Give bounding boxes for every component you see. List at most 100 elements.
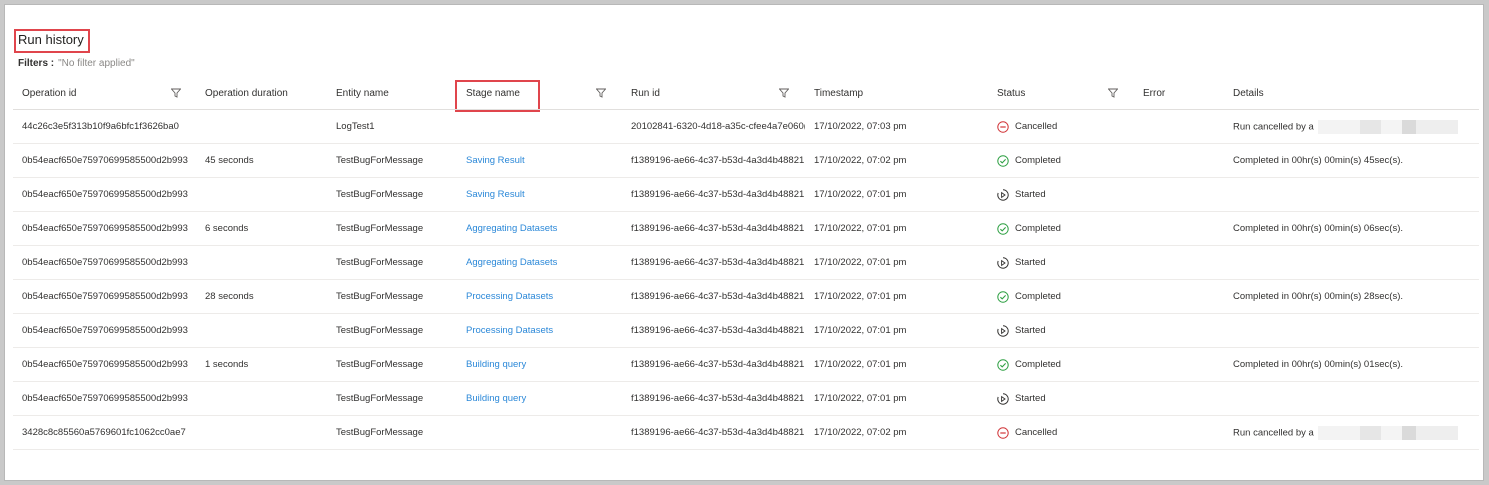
table-row[interactable]: 0b54eacf650e75970699585500d2b993 TestBug… — [13, 177, 1479, 212]
filter-icon[interactable] — [596, 88, 606, 98]
cell-operation-id: 0b54eacf650e75970699585500d2b993 — [13, 381, 196, 416]
column-header-entity-name[interactable]: Entity name — [327, 78, 457, 110]
stage-name-link[interactable]: Saving Result — [466, 189, 525, 200]
stage-name-link[interactable]: Building query — [466, 359, 526, 370]
cell-entity-name: TestBugForMessage — [327, 347, 457, 382]
filter-icon[interactable] — [1108, 88, 1118, 98]
run-id-text: f1389196-ae66-4c37-b53d-4a3d4b48821 — [631, 359, 805, 370]
cell-entity-name: TestBugForMessage — [327, 211, 457, 246]
operation-id-text: 0b54eacf650e75970699585500d2b993 — [22, 155, 188, 166]
cell-timestamp: 17/10/2022, 07:01 pm — [805, 313, 988, 348]
column-header-operation-id[interactable]: Operation id — [13, 78, 196, 110]
details-text: Completed in 00hr(s) 00min(s) 45sec(s). — [1233, 155, 1404, 166]
operation-duration-text: 45 seconds — [205, 155, 254, 166]
cell-run-id: f1389196-ae66-4c37-b53d-4a3d4b48821 — [622, 279, 805, 314]
table-row[interactable]: 0b54eacf650e75970699585500d2b993 TestBug… — [13, 313, 1479, 348]
cell-entity-name: TestBugForMessage — [327, 177, 457, 212]
operation-id-text: 0b54eacf650e75970699585500d2b993 — [22, 291, 188, 302]
run-id-text: f1389196-ae66-4c37-b53d-4a3d4b48821 — [631, 223, 805, 234]
column-header-stage-name[interactable]: Stage name — [457, 78, 622, 110]
cell-timestamp: 17/10/2022, 07:03 pm — [805, 109, 988, 144]
started-icon — [997, 324, 1009, 337]
cell-status: Started — [988, 177, 1134, 212]
table-row[interactable]: 0b54eacf650e75970699585500d2b993 45 seco… — [13, 143, 1479, 178]
column-header-status[interactable]: Status — [988, 78, 1134, 110]
started-icon — [997, 188, 1009, 201]
table-row[interactable]: 0b54eacf650e75970699585500d2b993 TestBug… — [13, 381, 1479, 416]
cell-stage-name: Processing Datasets — [457, 313, 622, 348]
cell-entity-name: TestBugForMessage — [327, 143, 457, 178]
cell-error — [1134, 177, 1224, 212]
timestamp-text: 17/10/2022, 07:01 pm — [814, 359, 907, 370]
column-label: Stage name — [466, 88, 520, 99]
cell-timestamp: 17/10/2022, 07:02 pm — [805, 415, 988, 450]
stage-name-link[interactable]: Saving Result — [466, 155, 525, 166]
table-row[interactable]: 0b54eacf650e75970699585500d2b993 1 secon… — [13, 347, 1479, 382]
stage-name-link[interactable]: Processing Datasets — [466, 291, 553, 302]
cell-status: Completed — [988, 143, 1134, 178]
status-badge: Completed — [997, 290, 1134, 303]
table-body: 44c26c3e5f313b10f9a6bfc1f3626ba0 LogTest… — [13, 109, 1479, 450]
cell-details: Completed in 00hr(s) 00min(s) 06sec(s). — [1224, 211, 1479, 246]
column-header-timestamp[interactable]: Timestamp — [805, 78, 988, 110]
cell-error — [1134, 143, 1224, 178]
entity-name-text: TestBugForMessage — [336, 325, 424, 336]
completed-icon — [997, 154, 1009, 167]
cell-error — [1134, 211, 1224, 246]
cell-status: Completed — [988, 211, 1134, 246]
cell-details: Completed in 00hr(s) 00min(s) 45sec(s). — [1224, 143, 1479, 178]
operation-id-text: 44c26c3e5f313b10f9a6bfc1f3626ba0 — [22, 121, 179, 132]
status-badge: Completed — [997, 358, 1134, 371]
status-text: Started — [1015, 325, 1046, 336]
cell-details — [1224, 381, 1479, 416]
cell-status: Cancelled — [988, 415, 1134, 450]
cell-operation-id: 0b54eacf650e75970699585500d2b993 — [13, 313, 196, 348]
status-badge: Completed — [997, 154, 1134, 167]
table-row[interactable]: 3428c8c85560a5769601fc1062cc0ae7 TestBug… — [13, 415, 1479, 450]
timestamp-text: 17/10/2022, 07:03 pm — [814, 121, 907, 132]
filter-icon[interactable] — [171, 88, 181, 98]
redacted-user-blur — [1317, 119, 1458, 134]
cell-operation-duration: 45 seconds — [196, 143, 327, 178]
column-header-run-id[interactable]: Run id — [622, 78, 805, 110]
stage-name-link[interactable]: Building query — [466, 393, 526, 404]
cell-status: Completed — [988, 347, 1134, 382]
run-id-text: f1389196-ae66-4c37-b53d-4a3d4b48821 — [631, 291, 805, 302]
table-row[interactable]: 0b54eacf650e75970699585500d2b993 28 seco… — [13, 279, 1479, 314]
cell-details: Completed in 00hr(s) 00min(s) 01sec(s). — [1224, 347, 1479, 382]
cell-entity-name: TestBugForMessage — [327, 415, 457, 450]
status-text: Started — [1015, 393, 1046, 404]
cell-timestamp: 17/10/2022, 07:01 pm — [805, 177, 988, 212]
cell-entity-name: TestBugForMessage — [327, 245, 457, 280]
filters-label: Filters : — [18, 58, 55, 69]
cell-stage-name: Building query — [457, 347, 622, 382]
stage-name-link[interactable]: Aggregating Datasets — [466, 257, 557, 268]
cell-operation-id: 0b54eacf650e75970699585500d2b993 — [13, 143, 196, 178]
started-icon — [997, 256, 1009, 269]
table-header-row: Operation id Operation duration Entity n… — [13, 78, 1479, 110]
stage-name-link[interactable]: Aggregating Datasets — [466, 223, 557, 234]
stage-name-link[interactable]: Processing Datasets — [466, 325, 553, 336]
details-text: Completed in 00hr(s) 00min(s) 01sec(s). — [1233, 359, 1404, 370]
cancelled-icon — [997, 120, 1009, 133]
cell-operation-id: 3428c8c85560a5769601fc1062cc0ae7 — [13, 415, 196, 450]
cell-operation-duration — [196, 381, 327, 416]
details-text: Run cancelled by a — [1233, 427, 1314, 439]
status-text: Completed — [1015, 359, 1061, 370]
table-row[interactable]: 0b54eacf650e75970699585500d2b993 6 secon… — [13, 211, 1479, 246]
completed-icon — [997, 290, 1009, 303]
table-row[interactable]: 0b54eacf650e75970699585500d2b993 TestBug… — [13, 245, 1479, 280]
cell-stage-name — [457, 415, 622, 450]
operation-id-text: 0b54eacf650e75970699585500d2b993 — [22, 393, 188, 404]
column-header-error[interactable]: Error — [1134, 78, 1224, 110]
cell-operation-duration — [196, 177, 327, 212]
cell-details — [1224, 313, 1479, 348]
column-header-operation-duration[interactable]: Operation duration — [196, 78, 327, 110]
column-header-details[interactable]: Details — [1224, 78, 1479, 110]
filter-icon[interactable] — [779, 88, 789, 98]
entity-name-text: TestBugForMessage — [336, 291, 424, 302]
table-row[interactable]: 44c26c3e5f313b10f9a6bfc1f3626ba0 LogTest… — [13, 109, 1479, 144]
cell-timestamp: 17/10/2022, 07:02 pm — [805, 143, 988, 178]
cell-stage-name: Processing Datasets — [457, 279, 622, 314]
cell-run-id: f1389196-ae66-4c37-b53d-4a3d4b48821 — [622, 415, 805, 450]
